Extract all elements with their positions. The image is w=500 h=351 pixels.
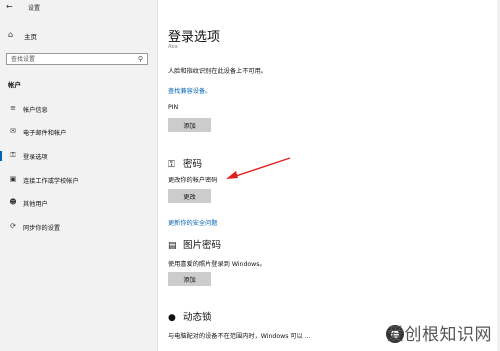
sidebar-item-work-school[interactable]: ▣ 连接工作或学校帐户 xyxy=(0,173,157,187)
back-arrow-icon[interactable]: ← xyxy=(6,2,13,11)
sidebar: ← 设置 ⌂ 主页 ⚲ 帐户 ≡ 帐户信息 ✉ 电子邮件和帐户 ⚿ 登录选项 ▣… xyxy=(0,0,157,351)
sidebar-item-label: 登录选项 xyxy=(23,154,48,161)
sidebar-item-email-accounts[interactable]: ✉ 电子邮件和帐户 xyxy=(0,125,157,139)
sidebar-item-label: 电子邮件和帐户 xyxy=(23,130,67,137)
main-content: 登录选项 Aba 人脸和指纹识别在此设备上不可用。 查找兼容设备。 PIN 添加… xyxy=(158,0,500,351)
app-title: 设置 xyxy=(28,5,41,12)
home-label: 主页 xyxy=(24,33,37,41)
search-icon[interactable]: ⚲ xyxy=(138,55,143,63)
sidebar-item-label: 同步你的设置 xyxy=(23,225,61,232)
sidebar-item-other-users[interactable]: ☻ 其他用户 xyxy=(0,196,157,210)
sidebar-item-sign-in-options[interactable]: ⚿ 登录选项 xyxy=(0,149,157,163)
sidebar-item-label: 其他用户 xyxy=(23,201,48,208)
home-icon: ⌂ xyxy=(8,30,14,39)
sync-icon: ⟳ xyxy=(10,222,16,230)
sidebar-item-sync-settings[interactable]: ⟳ 同步你的设置 xyxy=(0,220,157,234)
person-add-icon: ☻ xyxy=(9,198,17,206)
search-box[interactable]: ⚲ xyxy=(6,53,148,65)
sidebar-item-label: 帐户信息 xyxy=(23,107,48,114)
key-icon: ⚿ xyxy=(10,151,16,159)
mail-icon: ✉ xyxy=(10,127,16,135)
account-info-icon: ≡ xyxy=(10,104,16,112)
red-arrow-annotation xyxy=(226,157,291,179)
home-nav-item[interactable]: ⌂ 主页 xyxy=(8,30,148,42)
sidebar-item-label: 连接工作或学校帐户 xyxy=(23,178,79,185)
section-heading: 帐户 xyxy=(8,81,21,89)
sidebar-item-account-info[interactable]: ≡ 帐户信息 xyxy=(0,102,157,116)
title-bar: ← 设置 xyxy=(0,0,157,14)
watermark-text: 爱创根知识网 xyxy=(387,325,492,345)
briefcase-icon: ▣ xyxy=(9,175,17,183)
search-input[interactable] xyxy=(11,55,131,64)
